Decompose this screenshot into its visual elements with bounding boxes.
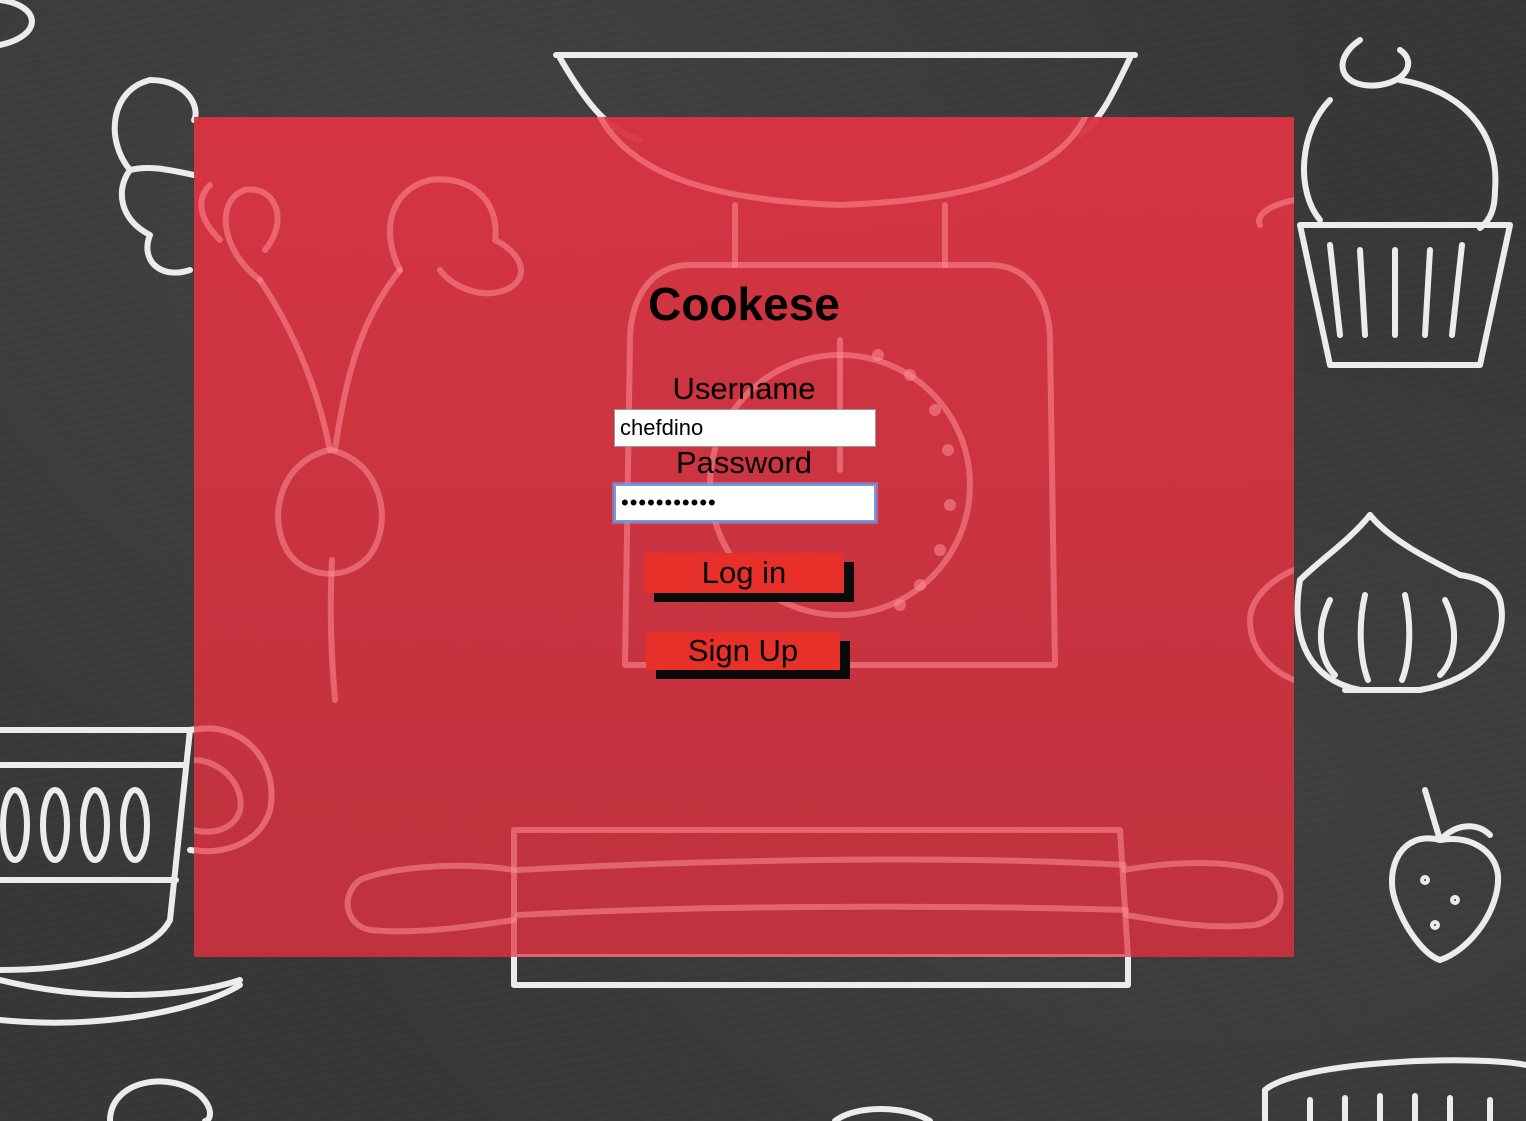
app-title: Cookese (648, 278, 840, 330)
croissant-icon (111, 77, 199, 276)
swirl-icon (0, 0, 35, 48)
strawberry-icon (1389, 787, 1502, 963)
login-panel: Cookese Username Password Log in Sign Up (194, 117, 1294, 957)
panel-doodles (194, 117, 1294, 957)
onion-icon (1294, 512, 1505, 693)
cupcake-icon (1297, 37, 1513, 368)
username-label: Username (672, 371, 816, 406)
rolling-pin-icon-faded (344, 827, 1284, 957)
password-label: Password (675, 445, 813, 480)
cookie-icon (832, 1106, 933, 1121)
username-input[interactable] (614, 409, 876, 447)
rolling-pin-icon (511, 954, 1131, 988)
login-button[interactable]: Log in (644, 553, 844, 593)
basket-icon (1262, 1057, 1526, 1121)
bowl-icon-faded (597, 117, 1088, 208)
password-input[interactable] (614, 484, 876, 522)
radish-icon (198, 176, 524, 703)
teacup-edge-icon (194, 725, 275, 855)
cupcake-edge-icon (1247, 197, 1294, 683)
signup-button[interactable]: Sign Up (646, 632, 840, 670)
swirl-icon-bottom (107, 1078, 213, 1121)
